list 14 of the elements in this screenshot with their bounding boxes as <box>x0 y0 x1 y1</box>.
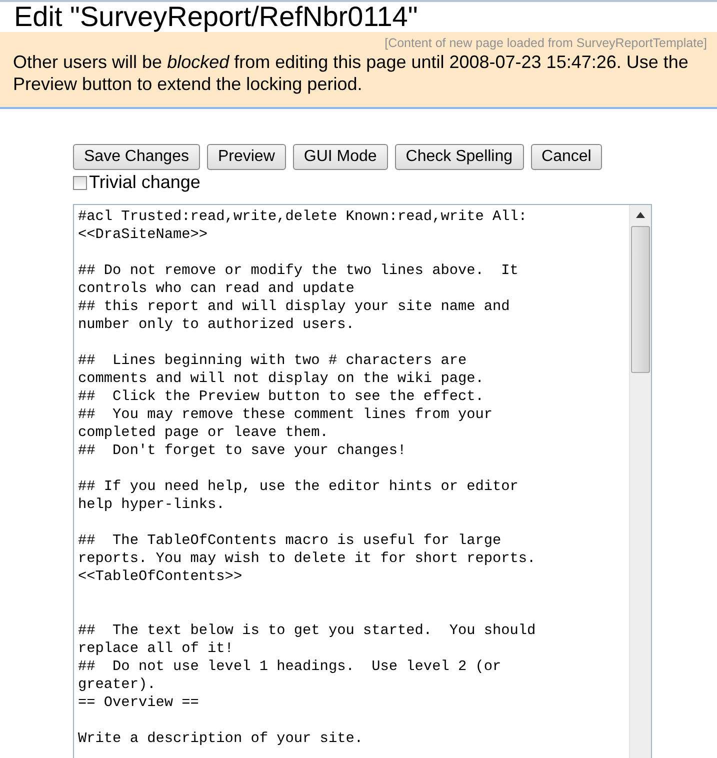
trivial-change-checkbox[interactable] <box>73 176 87 190</box>
form-button[interactable]: GUI Mode <box>292 144 388 170</box>
checkbox-label: Trivial change <box>89 172 200 193</box>
vertical-scrollbar[interactable] <box>629 205 651 758</box>
scrollbar-thumb[interactable] <box>631 226 650 373</box>
page-text-editor[interactable]: #acl Trusted:read,write,delete Known:read,write All: <<DraSiteName>> ## Do not remove or modify the two lines above. It controls who can read and update ## this report and will display your site name and number only to authorized users. ## Lines beginning with two # characters are comments and will not display on the wiki page. ## Click the Preview button to see the effect. ## You may remove these comment lines from your completed page or leave them. ## Don't forget to save your changes! ## If you need help, use the editor hints or editor help hyper-links. ## The TableOfContents macro is useful for large reports. You may wish to delete it for short reports. <<TableOfContents>> ## The text below is to get you started. You should replace all of it! ## Do not use level 1 headings. Use level 2 (or greater). == Overview == Write a description of your site. <box>73 204 652 758</box>
form-button[interactable]: Cancel <box>530 144 602 170</box>
page-title: Edit "SurveyReport/RefNbr0114" <box>13 2 419 32</box>
form-button[interactable]: Save Changes <box>73 144 200 170</box>
template-note: [Content of new page loaded from SurveyReportTemplate] <box>384 36 707 51</box>
scroll-up-arrow-icon[interactable] <box>636 212 645 218</box>
form-button[interactable]: Check Spelling <box>394 144 524 170</box>
lock-message: Other users will be blocked from editing this page until 2008-07-23 15:47:26. Use the Preview button to extend the locking period. <box>13 51 690 95</box>
form-button[interactable]: Preview <box>206 144 286 170</box>
